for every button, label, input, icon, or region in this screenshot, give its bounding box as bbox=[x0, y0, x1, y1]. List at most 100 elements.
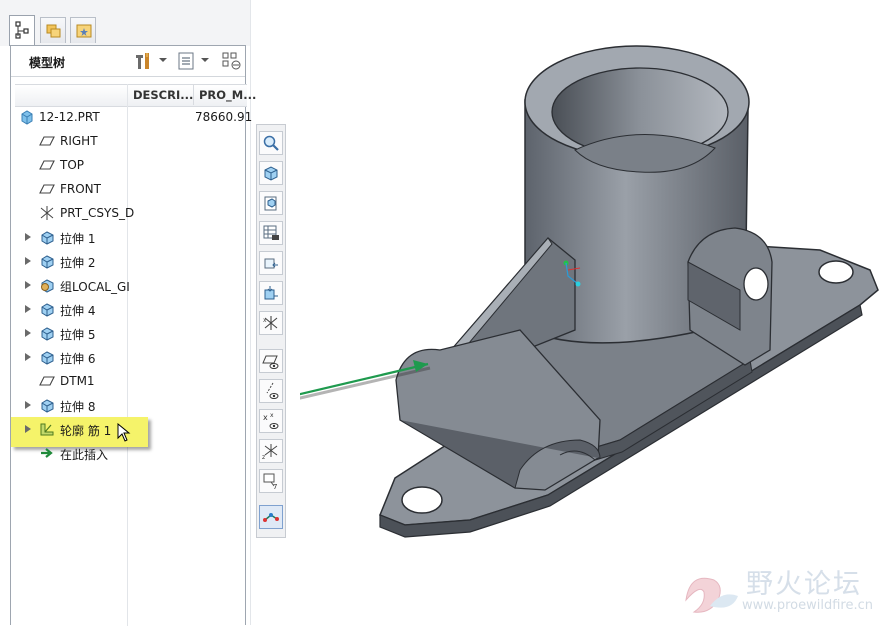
favorites-tab[interactable] bbox=[70, 17, 96, 43]
datum-plane-icon bbox=[39, 160, 55, 170]
extrude-icon bbox=[41, 255, 54, 269]
annotation-display-icon: 7 bbox=[263, 473, 277, 490]
group-icon bbox=[41, 279, 54, 293]
tree-item-label: 拉伸 4 bbox=[60, 304, 96, 318]
expand-arrow-icon[interactable] bbox=[25, 257, 31, 265]
svg-text:x: x bbox=[270, 412, 274, 419]
tree-item-label: RIGHT bbox=[60, 134, 98, 148]
csys-tag-button[interactable]: z bbox=[259, 439, 283, 463]
tree-item-label: 轮廓 筋 1 bbox=[60, 424, 112, 438]
tree-item-row[interactable]: 拉伸 5 bbox=[11, 322, 243, 344]
part-icon bbox=[21, 110, 33, 125]
tree-root-label: 12-12.PRT bbox=[39, 110, 100, 124]
reorient-button[interactable] bbox=[259, 251, 283, 275]
folder-browser-tab[interactable] bbox=[40, 17, 66, 43]
tree-item-row[interactable]: 在此插入 bbox=[11, 442, 243, 464]
reorient-icon bbox=[264, 258, 278, 269]
tree-item-row[interactable]: FRONT bbox=[11, 178, 243, 200]
model-tree-tab-icon bbox=[15, 21, 29, 39]
csys-display-icon: x bbox=[263, 316, 278, 330]
spin-center-button[interactable] bbox=[259, 281, 283, 305]
spin-center-icon bbox=[264, 286, 278, 300]
extrude-icon bbox=[41, 327, 54, 341]
model-tree-panel: 模型树 DESCRI... PRO_M... 12-12.PRT 78660.9… bbox=[10, 45, 256, 626]
tree-item-label: DTM1 bbox=[60, 374, 95, 388]
part-model[interactable] bbox=[379, 45, 879, 538]
expand-arrow-icon[interactable] bbox=[25, 233, 31, 241]
tree-item-row[interactable]: DTM1 bbox=[11, 370, 243, 392]
panel-tab-strip bbox=[0, 0, 250, 46]
axis-display-button[interactable] bbox=[259, 379, 283, 403]
tree-item-row[interactable]: 组LOCAL_GI bbox=[11, 274, 243, 296]
settings-tools-icon[interactable] bbox=[133, 51, 155, 71]
tree-item-row[interactable]: RIGHT bbox=[11, 130, 243, 152]
mouse-cursor-icon bbox=[117, 423, 131, 442]
graphics-canvas[interactable] bbox=[300, 0, 890, 625]
tree-root-row[interactable]: 12-12.PRT 78660.91 bbox=[11, 106, 252, 128]
zoom-icon bbox=[263, 135, 279, 151]
show-options-icon[interactable] bbox=[177, 51, 195, 71]
view-cube-icon bbox=[264, 166, 278, 181]
model-tree-tab[interactable] bbox=[9, 15, 35, 46]
csys-display-button[interactable]: x bbox=[259, 311, 283, 335]
saved-views-button[interactable] bbox=[259, 191, 283, 215]
datum-plane-icon bbox=[39, 376, 55, 386]
tree-item-row[interactable]: 拉伸 2 bbox=[11, 250, 243, 272]
tree-column-header: DESCRI... PRO_M... bbox=[15, 84, 256, 107]
folder-browser-tab-icon bbox=[46, 24, 61, 38]
svg-text:7: 7 bbox=[273, 483, 277, 490]
favorites-tab-icon bbox=[76, 24, 92, 38]
watermark-url: www.proewildfire.cn bbox=[742, 598, 873, 613]
annotation-display-button[interactable]: 7 bbox=[259, 469, 283, 493]
tree-item-row[interactable]: 拉伸 6 bbox=[11, 346, 243, 368]
tree-item-row[interactable]: 拉伸 4 bbox=[11, 298, 243, 320]
model-display-icon bbox=[263, 513, 279, 522]
tree-item-label: PRT_CSYS_D bbox=[60, 206, 135, 220]
insert-here-icon bbox=[41, 448, 53, 458]
svg-text:x: x bbox=[263, 317, 267, 324]
show-dropdown-arrow[interactable] bbox=[201, 58, 209, 62]
settings-dropdown-arrow[interactable] bbox=[159, 58, 167, 62]
model-tree-title: 模型树 bbox=[29, 56, 66, 70]
tree-item-label: 拉伸 8 bbox=[60, 400, 96, 414]
tree-item-label: FRONT bbox=[60, 182, 101, 196]
expand-arrow-icon[interactable] bbox=[25, 401, 31, 409]
extrude-icon bbox=[41, 303, 54, 317]
tree-item-label: TOP bbox=[60, 158, 85, 172]
zoom-button[interactable] bbox=[259, 131, 283, 155]
saved-views-icon bbox=[264, 196, 277, 211]
point-display-button[interactable]: xx bbox=[259, 409, 283, 433]
expand-arrow-icon[interactable] bbox=[25, 425, 31, 433]
point-display-icon: xx bbox=[263, 412, 279, 429]
model-display-button[interactable] bbox=[259, 505, 283, 529]
view-cube-button[interactable] bbox=[259, 161, 283, 185]
view-manager-button[interactable] bbox=[259, 221, 283, 245]
axis-display-icon bbox=[266, 382, 279, 399]
tree-item-row[interactable]: PRT_CSYS_D bbox=[11, 202, 243, 224]
expand-arrow-icon[interactable] bbox=[25, 353, 31, 361]
column-pro-mp[interactable]: PRO_M... bbox=[199, 88, 256, 102]
expand-arrow-icon[interactable] bbox=[25, 329, 31, 337]
extrude-icon bbox=[41, 351, 54, 365]
watermark-title: 野火论坛 bbox=[746, 569, 862, 600]
tree-filter-icon[interactable] bbox=[221, 51, 243, 71]
datum-plane-icon bbox=[39, 184, 55, 194]
extrude-icon bbox=[41, 231, 54, 245]
plane-display-button[interactable] bbox=[259, 349, 283, 373]
tree-item-label: 组LOCAL_GI bbox=[60, 280, 130, 294]
plane-display-icon bbox=[262, 355, 279, 369]
column-divider bbox=[193, 84, 194, 105]
tree-item-row[interactable]: TOP bbox=[11, 154, 243, 176]
expand-arrow-icon[interactable] bbox=[25, 305, 31, 313]
tree-item-row[interactable]: 拉伸 8 bbox=[11, 394, 243, 416]
tree-item-label: 在此插入 bbox=[60, 448, 109, 462]
column-description[interactable]: DESCRI... bbox=[133, 88, 193, 102]
tree-item-label: 拉伸 1 bbox=[60, 232, 96, 246]
tree-item-row[interactable]: 拉伸 1 bbox=[11, 226, 243, 248]
profile-rib-icon bbox=[40, 423, 54, 436]
expand-arrow-icon[interactable] bbox=[25, 281, 31, 289]
tree-item-label: 拉伸 2 bbox=[60, 256, 96, 270]
svg-text:z: z bbox=[262, 454, 265, 460]
tree-root-value: 78660.91 bbox=[195, 110, 253, 124]
tree-item-row[interactable]: 轮廓 筋 1 bbox=[11, 418, 243, 442]
